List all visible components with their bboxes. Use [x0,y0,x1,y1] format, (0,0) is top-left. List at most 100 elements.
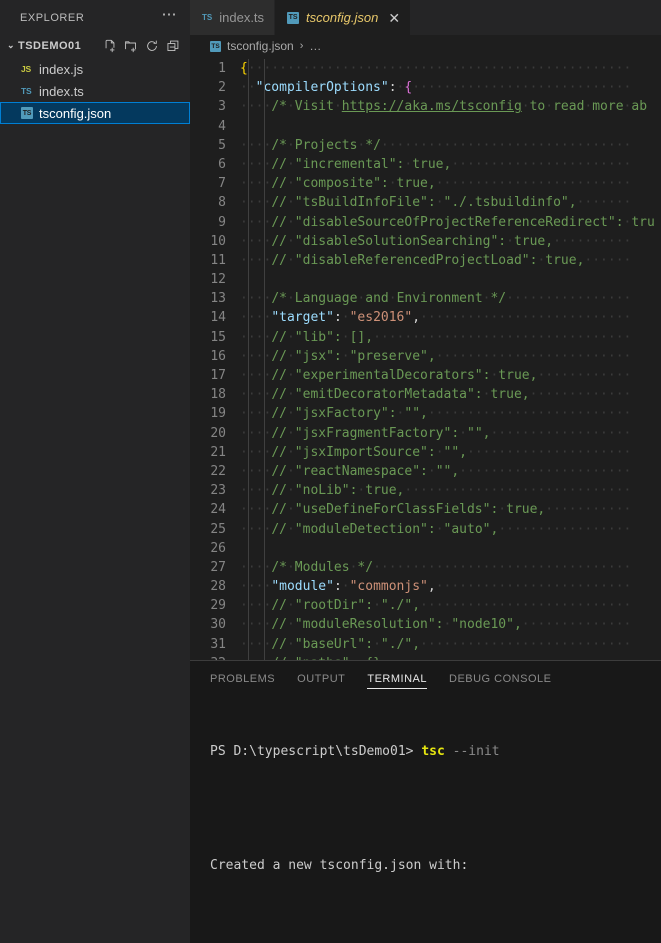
collapse-all-icon[interactable] [166,39,180,53]
tab-debug-console[interactable]: DEBUG CONSOLE [449,661,551,696]
code-line: ····/*·Language·and·Environment·*/······… [240,291,632,307]
code-line: ····//·"jsxFactory":·"",················… [240,406,632,422]
code-line: ····//·"paths":·{}······················… [240,654,661,660]
chevron-right-icon: › [299,40,304,52]
tsconfig-file-icon: TS [210,40,221,52]
line-number: 24 [210,502,226,518]
explorer-title: EXPLORER [20,11,85,24]
line-number: 5 [218,137,226,153]
explorer-more-actions-icon[interactable]: ⋯ [162,7,179,25]
close-icon[interactable]: ✕ [388,11,400,25]
terminal-command-line: PS D:\typescript\tsDemo01> tsc --init [210,742,661,761]
line-number: 14 [210,310,226,326]
tsconfig-file-icon: TS [21,107,33,119]
line-number: 10 [210,233,226,249]
javascript-file-icon: JS [21,64,31,74]
code-line: ····//·"lib":·[],·······················… [240,329,632,345]
file-tree-item-index-ts[interactable]: TS index.ts [0,80,190,102]
typescript-file-icon: TS [21,86,32,96]
line-number: 26 [210,540,226,556]
line-number: 17 [210,368,226,383]
line-number: 28 [210,579,226,595]
file-tree: JS index.js TS index.ts TS tsconfig.json [0,57,190,124]
line-number: 20 [210,425,226,441]
code-line: ····//·"incremental":·true,·············… [240,156,632,172]
terminal-command-arg: --init [452,744,500,759]
typescript-file-icon: TS [202,13,213,22]
code-line: {·······································… [240,61,632,76]
terminal-output-heading: Created a new tsconfig.json with: [210,858,469,873]
editor-tab-bar: TS index.ts TS tsconfig.json ✕ [190,0,661,35]
line-number: 8 [218,195,226,211]
code-line: ····//·"baseUrl":·"./",·················… [240,636,632,652]
line-number: 3 [218,99,226,115]
line-number: 23 [210,483,226,499]
tab-terminal[interactable]: TERMINAL [367,661,427,696]
line-number: 22 [210,463,226,479]
chevron-down-icon: ⌄ [6,39,16,50]
tab-label: index.ts [219,10,265,25]
code-line: ····//·"useDefineForClassFields":·true,·… [240,502,632,518]
line-number: 21 [210,444,226,460]
file-tree-item-tsconfig-json[interactable]: TS tsconfig.json [0,102,190,124]
code-line: ····/*·Modules·*/·······················… [240,559,632,575]
line-number: 18 [210,387,226,403]
explorer-sidebar: EXPLORER ⋯ ⌄ TSDEMO01 JS index.js TS ind… [0,0,190,943]
code-lines[interactable]: {·······································… [240,59,661,660]
line-number: 31 [210,636,226,652]
code-line: ····/*·Visit·https://aka.ms/tsconfig·to·… [240,99,648,115]
code-line: ····//·"emitDecoratorMetadata":·true,···… [240,387,632,403]
line-number: 13 [210,291,226,307]
line-number-gutter: 1 2 3 4 5 6 7 8 9 10 11 12 13 14 15 16 1 [190,59,240,660]
code-line: ····//·"jsxFragmentFactory":·"",········… [240,425,632,441]
line-number: 30 [210,617,226,633]
code-line: ····//·"moduleDetection":·"auto",·······… [240,521,632,537]
editor-area: TS index.ts TS tsconfig.json ✕ TS tsconf… [190,0,661,943]
code-editor[interactable]: 1 2 3 4 5 6 7 8 9 10 11 12 13 14 15 16 1 [190,57,661,660]
line-number: 29 [210,598,226,614]
line-number: 1 [218,61,226,76]
line-number: 16 [210,348,226,364]
bottom-panel: PROBLEMS OUTPUT TERMINAL DEBUG CONSOLE P… [190,660,661,943]
line-number: 32 [190,654,226,660]
line-number: 2 [218,80,226,96]
vscode-window: EXPLORER ⋯ ⌄ TSDEMO01 JS index.js TS ind… [0,0,661,943]
line-number: 6 [218,156,226,172]
code-line: ····/*·Projects·*/······················… [240,137,632,153]
line-number: 25 [210,521,226,537]
code-line: ····//·"composite":·true,···············… [240,176,632,192]
file-tree-item-index-js[interactable]: JS index.js [0,58,190,80]
tab-output[interactable]: OUTPUT [297,661,345,696]
breadcrumb-more[interactable]: … [309,39,321,53]
tab-tsconfig-json[interactable]: TS tsconfig.json ✕ [275,0,412,35]
code-line: ····"module":·"commonjs",···············… [240,579,632,595]
code-line: ····//·"noLib":·true,···················… [240,483,632,499]
line-number: 27 [210,559,226,575]
line-number: 9 [218,214,226,230]
refresh-icon[interactable] [145,39,159,53]
terminal-output[interactable]: PS D:\typescript\tsDemo01> tsc --init Cr… [190,696,661,943]
breadcrumb: TS tsconfig.json › … [190,35,661,57]
workspace-folder-header[interactable]: ⌄ TSDEMO01 [0,35,190,57]
tsconfig-file-icon: TS [287,11,300,24]
breadcrumb-file[interactable]: tsconfig.json [227,39,294,53]
code-line: ····//·"tsBuildInfoFile":·"./.tsbuildinf… [240,195,632,211]
tab-problems[interactable]: PROBLEMS [210,661,275,696]
code-line: ····//·"jsx":·"preserve",···············… [240,348,632,364]
code-line: ····//·"experimentalDecorators":·true,··… [240,368,632,383]
new-file-icon[interactable] [103,39,117,53]
tab-index-ts[interactable]: TS index.ts [190,0,276,35]
workspace-folder-name: TSDEMO01 [18,40,82,52]
line-number: 4 [218,118,226,134]
terminal-command: tsc [421,744,445,759]
line-number: 19 [210,406,226,422]
code-line: ····//·"moduleResolution":·"node10",····… [240,617,632,633]
line-number: 15 [210,329,226,345]
code-line: ····//·"disableSolutionSearching":·true,… [240,233,632,249]
terminal-prompt: PS D:\typescript\tsDemo01> [210,744,414,759]
new-folder-icon[interactable] [124,39,138,53]
code-line: ····//·"rootDir":·"./",·················… [240,598,632,614]
